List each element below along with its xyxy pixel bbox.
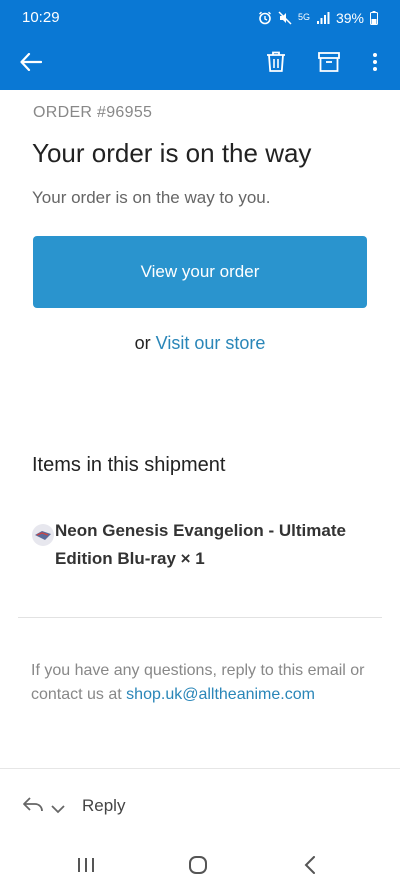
- mute-icon: [278, 10, 292, 25]
- back-icon[interactable]: [290, 850, 330, 880]
- order-number: ORDER #96955: [33, 104, 153, 121]
- home-icon[interactable]: [178, 850, 218, 880]
- store-line: or Visit our store: [0, 333, 400, 354]
- recents-icon[interactable]: [66, 850, 106, 880]
- network-label: 5G: [297, 12, 310, 22]
- email-subtext: Your order is on the way to you.: [32, 188, 271, 207]
- list-item: Neon Genesis Evangelion - Ultimate Editi…: [32, 517, 372, 573]
- back-arrow-icon[interactable]: [16, 47, 46, 77]
- visit-store-link[interactable]: Visit our store: [156, 333, 266, 353]
- app-bar: [0, 35, 400, 90]
- more-vert-icon[interactable]: [360, 47, 390, 77]
- status-icons: 5G 39%: [258, 10, 378, 26]
- view-order-button[interactable]: View your order: [33, 236, 367, 308]
- divider: [18, 617, 382, 618]
- battery-icon: [370, 10, 378, 25]
- status-bar: 10:29 5G 39%: [0, 0, 400, 35]
- item-title: Neon Genesis Evangelion - Ultimate Editi…: [55, 521, 346, 568]
- reply-button[interactable]: Reply: [82, 796, 125, 816]
- reply-bar: Reply: [0, 768, 400, 843]
- contact-email-link[interactable]: shop.uk@alltheanime.com: [126, 686, 315, 703]
- items-heading: Items in this shipment: [32, 454, 226, 476]
- battery-percent: 39%: [335, 9, 364, 26]
- chevron-down-icon[interactable]: [51, 801, 65, 819]
- navigation-bar: [0, 842, 400, 889]
- signal-icon: [316, 11, 330, 24]
- archive-icon[interactable]: [314, 47, 344, 77]
- store-prefix: or: [134, 333, 151, 353]
- status-time: 10:29: [22, 9, 60, 26]
- email-headline: Your order is on the way: [32, 138, 312, 168]
- product-thumbnail: [32, 524, 54, 546]
- footer-text: If you have any questions, reply to this…: [31, 659, 376, 707]
- reply-icon[interactable]: [22, 796, 44, 819]
- delete-icon[interactable]: [261, 47, 291, 77]
- alarm-icon: [258, 11, 272, 25]
